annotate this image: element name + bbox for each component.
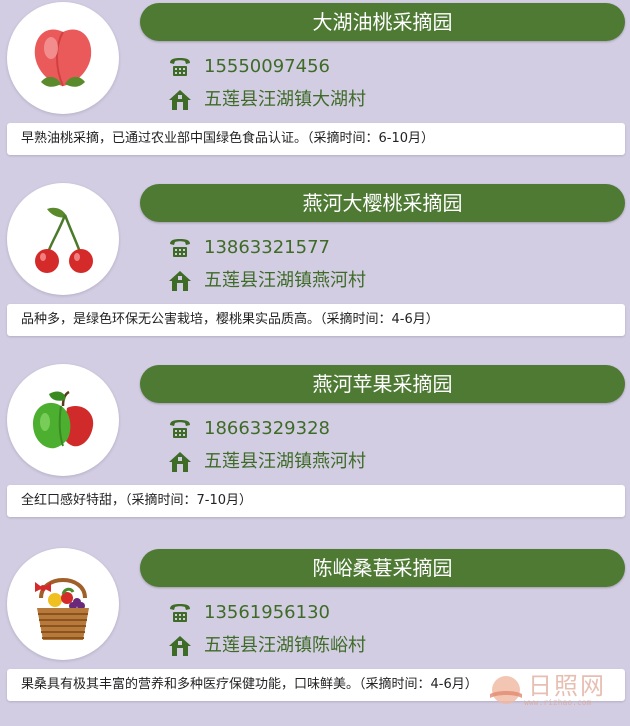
- telephone-icon: [170, 604, 190, 622]
- apple-icon: [33, 390, 94, 449]
- orchard-description: 全红口感好特甜，（采摘时间：7-10月）: [7, 485, 625, 517]
- phone-number[interactable]: 13863321577: [204, 237, 330, 258]
- sunrise-logo-icon: [490, 676, 522, 704]
- orchard-name: 燕河苹果采摘园: [140, 365, 625, 403]
- fruit-basket-icon-circle: [7, 548, 119, 660]
- phone-number[interactable]: 18663329328: [204, 418, 330, 439]
- watermark-url: www.rizhao.com: [524, 698, 592, 707]
- orchard-description: 早熟油桃采摘，已通过农业部中国绿色食品认证。（采摘时间：6-10月）: [7, 123, 625, 155]
- watermark-text: 日照网: [528, 672, 606, 700]
- address-row: 五莲县汪湖镇大湖村: [168, 86, 366, 114]
- apple-icon-circle: [7, 364, 119, 476]
- house-icon: [169, 271, 191, 291]
- orchard-description: 品种多，是绿色环保无公害栽培，樱桃果实品质高。（采摘时间：4-6月）: [7, 304, 625, 336]
- house-icon: [169, 636, 191, 656]
- peach-icon: [34, 29, 92, 87]
- phone-row: 13561956130: [168, 599, 330, 627]
- orchard-card-peach: 大湖油桃采摘园 15550097456 五莲县汪湖镇大湖村 早熟油桃采摘，已通过…: [0, 0, 630, 180]
- house-icon: [169, 452, 191, 472]
- address-row: 五莲县汪湖镇燕河村: [168, 448, 366, 476]
- address: 五莲县汪湖镇燕河村: [204, 270, 366, 291]
- address: 五莲县汪湖镇大湖村: [204, 89, 366, 110]
- phone-number[interactable]: 13561956130: [204, 602, 330, 623]
- orchard-card-cherry: 燕河大樱桃采摘园 13863321577 五莲县汪湖镇燕河村 品种多，是绿色环保…: [0, 181, 630, 361]
- cherry-icon-circle: [7, 183, 119, 295]
- phone-row: 18663329328: [168, 415, 330, 443]
- telephone-icon: [170, 239, 190, 257]
- address-row: 五莲县汪湖镇陈峪村: [168, 632, 366, 660]
- telephone-icon: [170, 420, 190, 438]
- phone-row: 15550097456: [168, 53, 330, 81]
- peach-icon-circle: [7, 2, 119, 114]
- orchard-name: 陈峪桑葚采摘园: [140, 549, 625, 587]
- orchard-card-apple: 燕河苹果采摘园 18663329328 五莲县汪湖镇燕河村 全红口感好特甜，（采…: [0, 362, 630, 542]
- phone-row: 13863321577: [168, 234, 330, 262]
- orchard-name: 燕河大樱桃采摘园: [140, 184, 625, 222]
- fruit-basket-icon: [35, 578, 89, 640]
- phone-number[interactable]: 15550097456: [204, 56, 330, 77]
- address: 五莲县汪湖镇燕河村: [204, 451, 366, 472]
- telephone-icon: [170, 58, 190, 76]
- site-watermark: 日照网 www.rizhao.com: [484, 664, 630, 718]
- house-icon: [169, 90, 191, 110]
- address: 五莲县汪湖镇陈峪村: [204, 635, 366, 656]
- address-row: 五莲县汪湖镇燕河村: [168, 267, 366, 295]
- cherry-icon: [35, 207, 93, 273]
- orchard-name: 大湖油桃采摘园: [140, 3, 625, 41]
